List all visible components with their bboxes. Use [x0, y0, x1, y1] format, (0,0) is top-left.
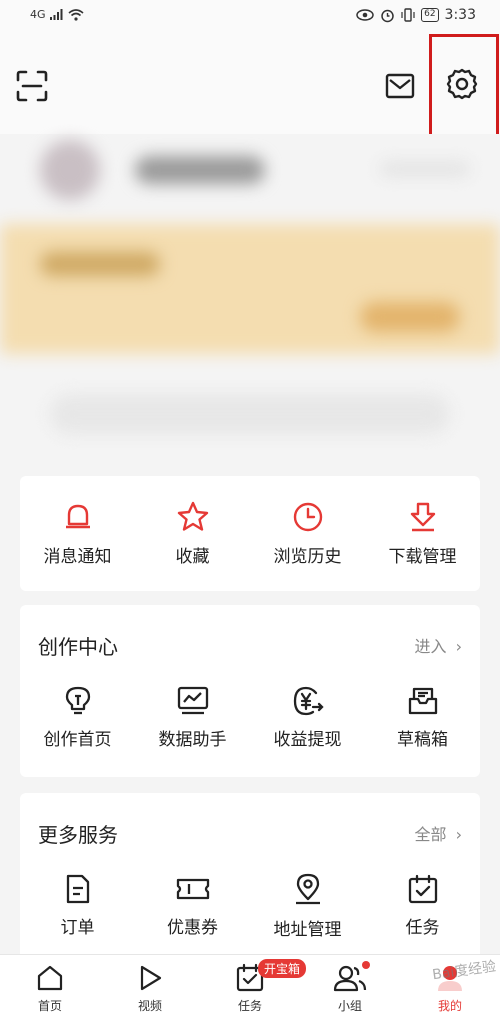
blurred-avatar: [40, 140, 100, 200]
treasure-box-badge[interactable]: 开宝箱: [258, 959, 307, 978]
orders-button[interactable]: 订单: [20, 873, 135, 940]
top-bar: [0, 34, 500, 134]
data-assistant-label: 数据助手: [158, 730, 227, 750]
more-services-title: 更多服务: [38, 823, 118, 847]
earnings-withdraw-button[interactable]: 收益提现: [250, 685, 365, 750]
nav-tasks-label: 任务: [237, 999, 262, 1013]
alarm-icon: [381, 9, 394, 22]
vibrate-icon: [401, 8, 415, 22]
nav-group-label: 小组: [337, 999, 362, 1013]
drafts-button[interactable]: 草稿箱: [365, 685, 480, 750]
clock-time: 3:33: [444, 7, 476, 23]
location-icon: [295, 873, 320, 905]
scan-button[interactable]: [14, 68, 50, 104]
download-icon: [410, 502, 435, 532]
scan-icon: [16, 70, 48, 102]
tasks-button[interactable]: 任务: [365, 873, 480, 940]
nav-video-label: 视频: [137, 999, 162, 1013]
nav-group[interactable]: 小组: [300, 955, 400, 1020]
blurred-vip-banner: [0, 224, 500, 354]
creation-center-title: 创作中心: [38, 635, 118, 659]
creation-home-label: 创作首页: [43, 730, 112, 750]
blurred-profile-area: [0, 134, 500, 464]
notifications-button[interactable]: 消息通知: [20, 500, 135, 567]
data-assistant-button[interactable]: 数据助手: [135, 685, 250, 750]
video-play-icon: [140, 965, 162, 991]
address-management-label: 地址管理: [273, 920, 342, 940]
address-management-button[interactable]: 地址管理: [250, 873, 365, 940]
quick-actions-card: 消息通知 收藏 浏览历史 下载管理: [20, 476, 480, 591]
coupons-button[interactable]: 优惠券: [135, 873, 250, 940]
draft-box-icon: [408, 687, 437, 715]
status-bar: 4G 62 3:33: [0, 0, 500, 34]
tasks-label: 任务: [405, 918, 440, 938]
blurred-stats-row: [50, 394, 450, 434]
blurred-profile-link: [380, 162, 470, 176]
orders-label: 订单: [60, 918, 95, 938]
all-link-label: 全部: [414, 825, 447, 844]
signal-indicator: 4G: [30, 8, 46, 21]
more-services-card: 更多服务 全部 › 订单 优惠券 地址管理 任务: [20, 793, 480, 965]
task-icon: [408, 874, 437, 904]
creation-home-button[interactable]: 创作首页: [20, 685, 135, 750]
eye-icon: [356, 9, 374, 21]
bottom-nav: 首页 视频 开宝箱 任务 小组 我的: [0, 954, 500, 1020]
bell-icon: [65, 504, 90, 529]
coupon-icon: [176, 878, 209, 900]
clock-icon: [293, 502, 322, 532]
nav-tasks[interactable]: 开宝箱 任务: [200, 955, 307, 1020]
signal-bars-icon: [49, 9, 63, 20]
nav-home[interactable]: 首页: [0, 955, 100, 1020]
mail-icon: [385, 73, 415, 99]
home-icon: [37, 965, 63, 991]
history-label: 浏览历史: [273, 547, 342, 567]
more-services-all-link[interactable]: 全部 ›: [414, 821, 462, 845]
history-button[interactable]: 浏览历史: [250, 500, 365, 567]
chevron-right-icon: ›: [455, 637, 462, 656]
wifi-icon: [68, 8, 84, 21]
notifications-label: 消息通知: [43, 547, 112, 567]
yuan-withdraw-icon: [293, 686, 324, 716]
chart-monitor-icon: [177, 686, 208, 715]
battery-indicator: 62: [421, 8, 439, 22]
messages-button[interactable]: [382, 68, 418, 104]
favorites-label: 收藏: [175, 547, 210, 567]
downloads-button[interactable]: 下载管理: [365, 500, 480, 567]
drafts-label: 草稿箱: [397, 730, 448, 750]
nav-profile-label: 我的: [437, 999, 462, 1013]
blurred-vip-button: [360, 302, 460, 332]
star-icon: [177, 501, 208, 531]
order-icon: [66, 874, 89, 904]
chevron-right-icon: ›: [455, 825, 462, 844]
nav-home-label: 首页: [37, 999, 62, 1013]
enter-link-label: 进入: [414, 637, 447, 656]
blurred-vip-title: [40, 252, 160, 276]
creation-center-enter-link[interactable]: 进入 ›: [414, 633, 462, 657]
blurred-username: [135, 156, 265, 184]
nav-video[interactable]: 视频: [100, 955, 200, 1020]
group-notification-dot: [362, 961, 370, 969]
favorites-button[interactable]: 收藏: [135, 500, 250, 567]
lightbulb-icon: [65, 686, 90, 715]
coupons-label: 优惠券: [167, 918, 218, 938]
downloads-label: 下载管理: [388, 547, 457, 567]
creation-center-card: 创作中心 进入 › 创作首页 数据助手 收益提现 草稿箱: [20, 605, 480, 777]
earnings-withdraw-label: 收益提现: [273, 730, 342, 750]
